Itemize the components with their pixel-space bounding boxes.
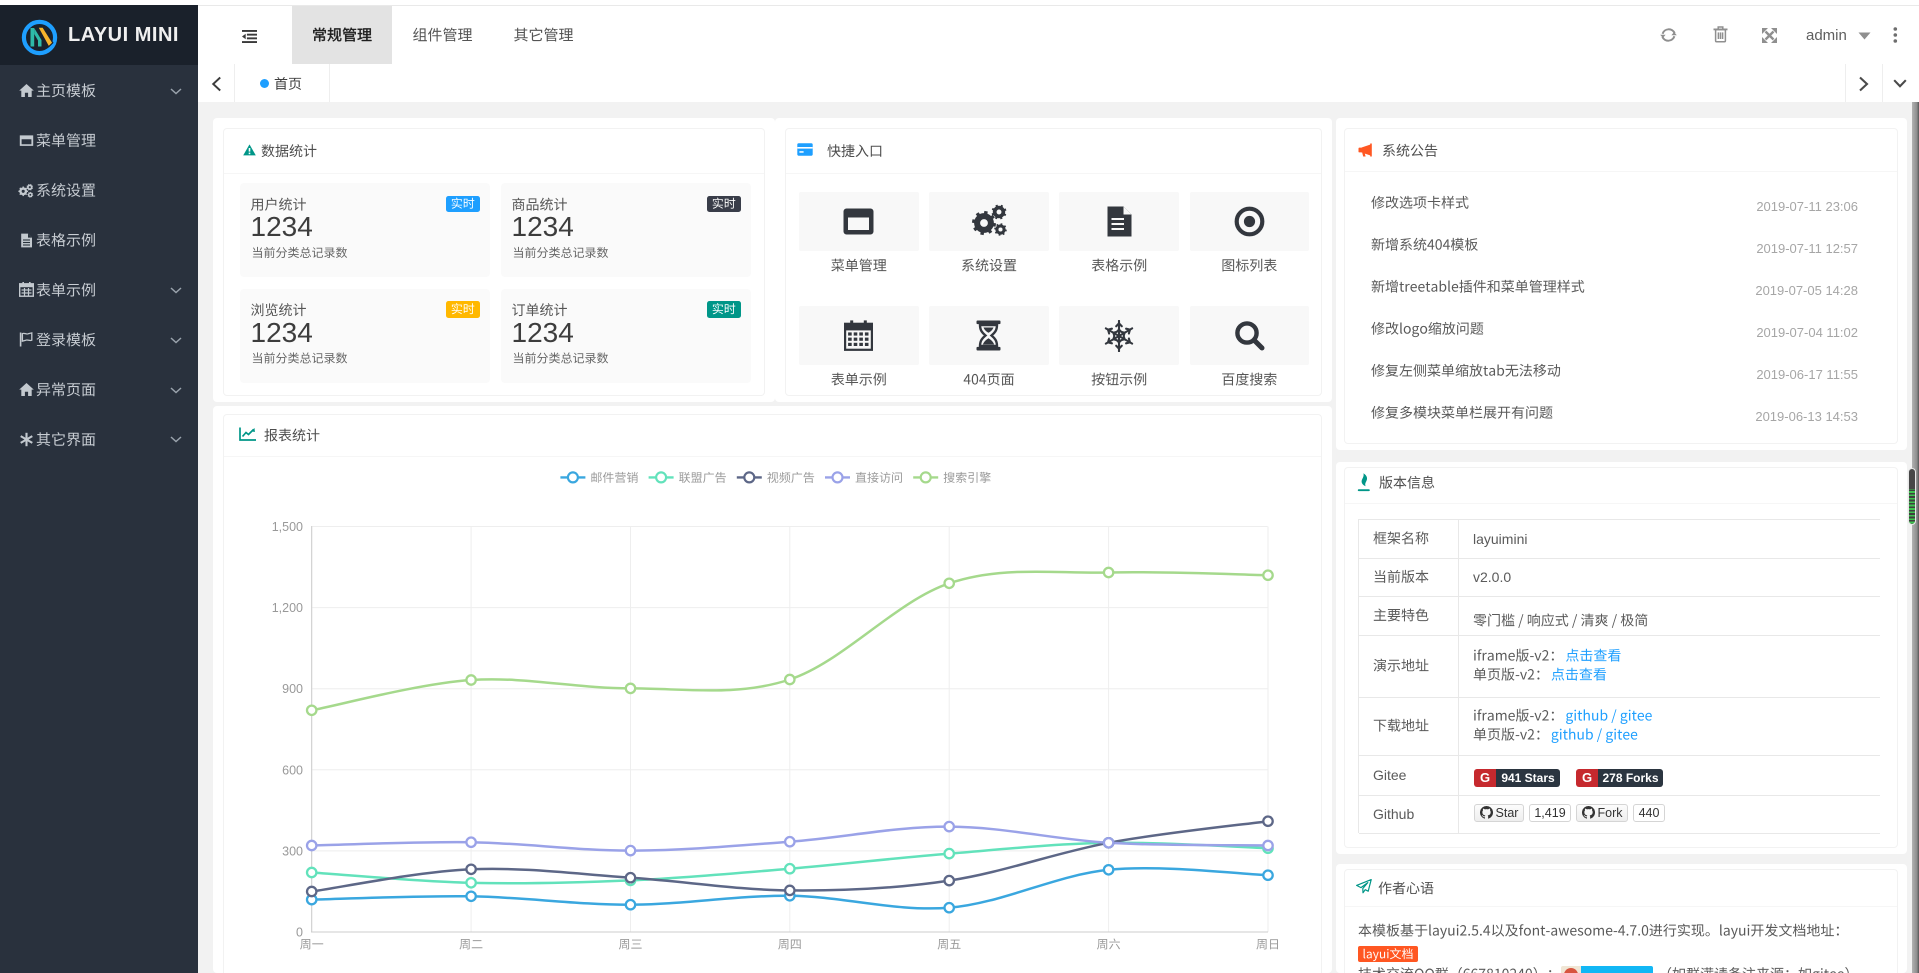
svg-text:1,500: 1,500 (272, 520, 303, 534)
svg-text:1,200: 1,200 (272, 601, 303, 615)
svg-text:0: 0 (296, 926, 303, 940)
svg-text:600: 600 (282, 763, 303, 777)
svg-text:900: 900 (282, 682, 303, 696)
svg-text:300: 300 (282, 844, 303, 858)
